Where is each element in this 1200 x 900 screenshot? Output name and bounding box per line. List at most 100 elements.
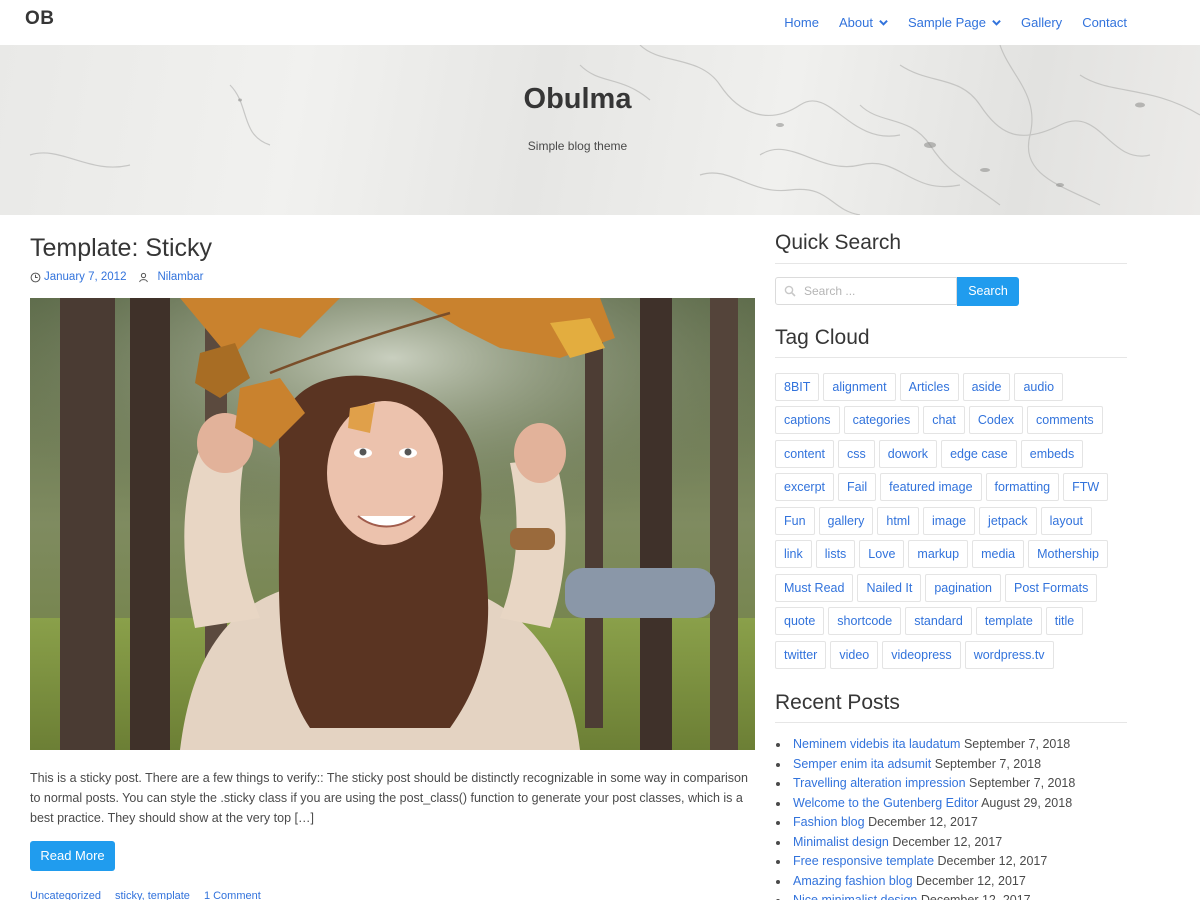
tag-link[interactable]: link — [775, 540, 812, 569]
nav-item-home[interactable]: Home — [784, 15, 819, 30]
tag-link[interactable]: edge case — [941, 439, 1017, 468]
recent-posts-title: Recent Posts — [775, 691, 900, 714]
tag-link[interactable]: embeds — [1020, 439, 1084, 468]
recent-post-date: December 12, 2017 — [916, 873, 1026, 888]
post-title[interactable]: Template: Sticky — [30, 234, 212, 263]
chevron-down-icon — [992, 18, 1001, 27]
tag-link[interactable]: pagination — [925, 573, 1002, 602]
tag-link[interactable]: gallery — [818, 506, 874, 535]
tag-link[interactable]: chat — [923, 406, 965, 435]
recent-post-date: December 12, 2017 — [892, 834, 1003, 849]
tag-link[interactable]: quote — [775, 607, 825, 636]
tag-link[interactable]: audio — [1014, 372, 1064, 401]
tag-link[interactable]: Articles — [899, 372, 959, 401]
tag-link[interactable]: standard — [905, 607, 972, 636]
recent-post-link[interactable]: Neminem videbis ita laudatum — [793, 737, 960, 751]
site-tagline: Simple blog theme — [527, 139, 628, 153]
tag-link[interactable]: Love — [859, 540, 905, 569]
tag-link[interactable]: media — [972, 540, 1025, 569]
post-date[interactable]: January 7, 2012 — [44, 271, 126, 283]
post-author[interactable]: Nilambar — [157, 271, 203, 283]
post-tags[interactable]: sticky, template — [115, 890, 190, 900]
search-button[interactable]: Search — [957, 277, 1019, 306]
tag-link[interactable]: formatting — [985, 473, 1060, 502]
tag-link[interactable]: featured image — [880, 473, 982, 502]
featured-image[interactable] — [30, 298, 755, 750]
recent-post-link[interactable]: Minimalist design — [793, 835, 889, 849]
tag-cloud: 8BIT alignment Articles aside audio captions c… — [775, 370, 1135, 672]
tag-link[interactable]: Nailed It — [857, 573, 922, 602]
tag-link[interactable]: aside — [962, 372, 1011, 401]
tag-link[interactable]: Codex — [968, 406, 1024, 435]
tag-link[interactable]: shortcode — [828, 607, 902, 636]
search-placeholder: Search ... — [804, 284, 856, 298]
recent-post-item: Welcome to the Gutenberg Editor August 2… — [776, 794, 1153, 814]
recent-posts-list: Neminem videbis ita laudatum September 7… — [776, 735, 1153, 900]
site-title: Obulma — [523, 83, 632, 115]
tag-link[interactable]: jetpack — [979, 506, 1037, 535]
tag-link[interactable]: image — [923, 506, 976, 535]
tag-row: twitter video videopress wordpress.tv — [775, 638, 1135, 672]
tag-link[interactable]: Post Formats — [1005, 573, 1098, 602]
recent-post-date: December 12, 2017 — [920, 893, 1031, 900]
tag-link[interactable]: 8BIT — [775, 372, 820, 401]
tag-link[interactable]: video — [830, 640, 879, 669]
chevron-down-icon — [879, 18, 888, 27]
recent-post-link[interactable]: Fashion blog — [793, 815, 865, 829]
post-footer: Uncategorized sticky, template 1 Comment — [30, 890, 261, 900]
recent-post-item: Travelling alteration impression Septemb… — [776, 774, 1153, 794]
recent-post-item: Minimalist design December 12, 2017 — [776, 833, 1153, 853]
recent-post-link[interactable]: Amazing fashion blog — [793, 874, 913, 888]
tag-row: link lists Love markup media Mothership — [775, 538, 1135, 572]
tag-link[interactable]: twitter — [775, 640, 827, 669]
read-more-button[interactable]: Read More — [30, 841, 115, 871]
tag-row: captions categories chat Codex comments — [775, 404, 1135, 438]
tag-row: excerpt Fail featured image formatting FTW — [775, 471, 1135, 505]
recent-post-date: August 29, 2018 — [981, 795, 1073, 810]
tag-link[interactable]: categories — [843, 406, 920, 435]
post-comments[interactable]: 1 Comment — [204, 890, 261, 900]
nav-item-about[interactable]: About — [839, 15, 888, 30]
nav-item-sample-page[interactable]: Sample Page — [908, 15, 1001, 30]
tag-link[interactable]: wordpress.tv — [964, 640, 1054, 669]
tag-cloud-title: Tag Cloud — [775, 326, 870, 349]
tag-link[interactable]: Mothership — [1028, 540, 1108, 569]
nav-item-contact[interactable]: Contact — [1082, 15, 1127, 30]
tag-link[interactable]: comments — [1027, 406, 1103, 435]
tag-link[interactable]: captions — [775, 406, 840, 435]
tag-row: Must Read Nailed It pagination Post Formats — [775, 571, 1135, 605]
tag-link[interactable]: Fail — [838, 473, 877, 502]
tag-link[interactable]: template — [975, 607, 1042, 636]
tag-link[interactable]: css — [838, 439, 875, 468]
nav-item-gallery[interactable]: Gallery — [1021, 15, 1062, 30]
recent-post-link[interactable]: Welcome to the Gutenberg Editor — [793, 796, 978, 810]
recent-post-link[interactable]: Travelling alteration impression — [793, 776, 966, 790]
nav-label: Gallery — [1021, 15, 1063, 30]
tag-link[interactable]: excerpt — [775, 473, 834, 502]
tag-link[interactable]: lists — [815, 540, 856, 569]
tag-link[interactable]: title — [1045, 607, 1084, 636]
recent-post-link[interactable]: Nice minimalist design — [793, 893, 917, 900]
tag-row: content css dowork edge case embeds — [775, 437, 1135, 471]
nav-label: Sample Page — [907, 15, 986, 30]
nav-menu: Home About Sample Page Gallery Contact — [764, 0, 1127, 45]
tag-link[interactable]: alignment — [823, 372, 896, 401]
tag-link[interactable]: Must Read — [775, 573, 854, 602]
search-input[interactable]: Search ... — [775, 277, 957, 305]
tag-link[interactable]: layout — [1040, 506, 1093, 535]
tag-link[interactable]: content — [775, 439, 835, 468]
recent-post-link[interactable]: Free responsive template — [793, 854, 934, 868]
brand-logo[interactable]: OB — [25, 8, 55, 30]
user-icon — [138, 272, 149, 283]
tag-link[interactable]: markup — [908, 540, 969, 569]
tag-link[interactable]: html — [877, 506, 919, 535]
tag-link[interactable]: Fun — [775, 506, 815, 535]
tag-row: 8BIT alignment Articles aside audio — [775, 370, 1135, 404]
recent-post-link[interactable]: Semper enim ita adsumit — [793, 757, 931, 771]
tag-link[interactable]: FTW — [1063, 473, 1109, 502]
recent-post-date: September 7, 2018 — [934, 756, 1042, 771]
tag-link[interactable]: videopress — [882, 640, 961, 669]
post-category[interactable]: Uncategorized — [30, 890, 101, 900]
tag-row: quote shortcode standard template title — [775, 605, 1135, 639]
tag-link[interactable]: dowork — [878, 439, 938, 468]
